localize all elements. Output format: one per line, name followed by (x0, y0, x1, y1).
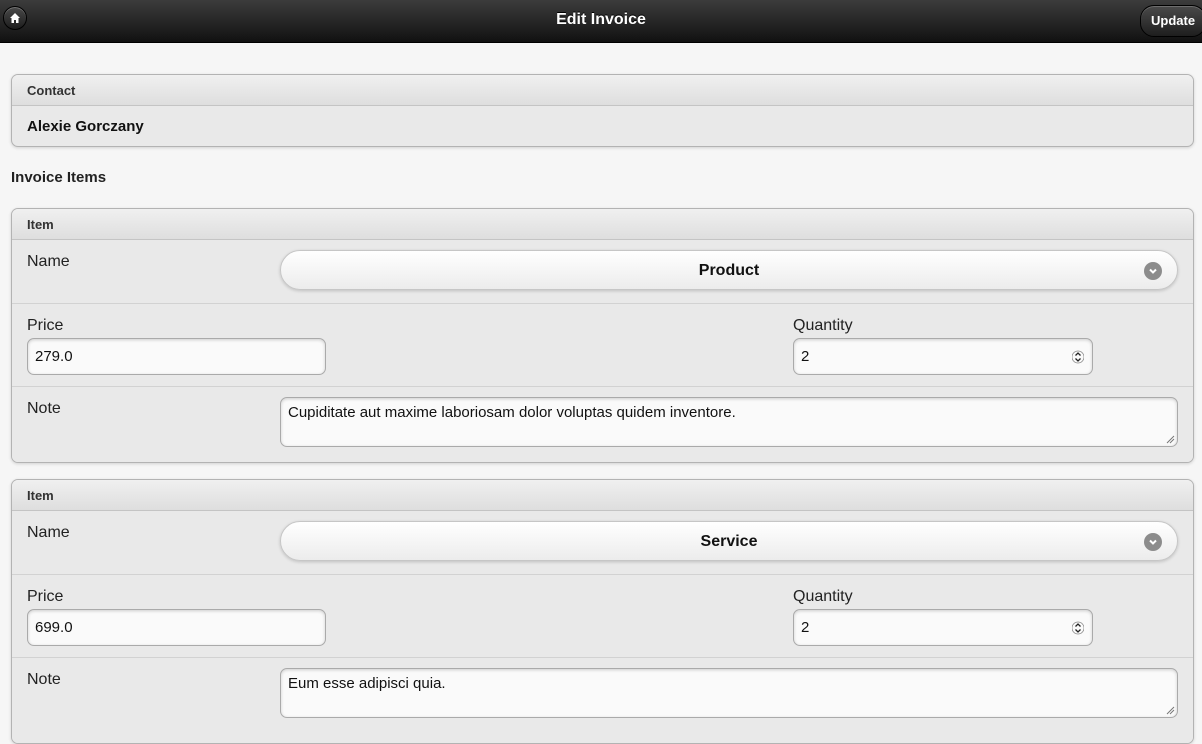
update-button[interactable]: Update (1140, 5, 1202, 37)
quantity-label: Quantity (793, 588, 853, 605)
stepper-arrows-icon[interactable] (1072, 620, 1084, 636)
name-select[interactable]: Service (280, 521, 1178, 561)
chevron-down-icon (1144, 533, 1162, 551)
price-quantity-row: Price 279.0 Quantity 2 (12, 303, 1193, 386)
name-select-value: Service (700, 533, 758, 550)
resize-grip-icon[interactable] (1166, 435, 1175, 444)
quantity-stepper[interactable]: 2 (793, 338, 1093, 375)
contact-card: Contact Alexie Gorczany (11, 74, 1194, 147)
note-label: Note (27, 400, 61, 417)
page-title: Edit Invoice (556, 11, 646, 28)
invoice-items-title: Invoice Items (11, 169, 107, 186)
price-input[interactable]: 699.0 (27, 609, 326, 646)
resize-grip-icon[interactable] (1166, 706, 1175, 715)
name-row: Name Product (12, 240, 1193, 303)
quantity-value: 2 (801, 619, 810, 636)
quantity-value: 2 (801, 348, 810, 365)
note-row: Note Eum esse adipisci quia. (12, 657, 1193, 743)
price-quantity-row: Price 699.0 Quantity 2 (12, 574, 1193, 657)
invoice-item-card: Item Name Service Price 699.0 Quantity 2… (11, 479, 1194, 744)
contact-name[interactable]: Alexie Gorczany (12, 106, 1193, 146)
quantity-stepper[interactable]: 2 (793, 609, 1093, 646)
name-row: Name Service (12, 511, 1193, 574)
note-row: Note Cupiditate aut maxime laboriosam do… (12, 386, 1193, 462)
item-heading: Item (12, 480, 1193, 511)
note-textarea[interactable]: Eum esse adipisci quia. (280, 668, 1178, 718)
note-textarea[interactable]: Cupiditate aut maxime laboriosam dolor v… (280, 397, 1178, 447)
name-label: Name (27, 524, 70, 541)
chevron-down-icon (1144, 262, 1162, 280)
contact-heading: Contact (12, 75, 1193, 106)
price-input[interactable]: 279.0 (27, 338, 326, 375)
item-heading: Item (12, 209, 1193, 240)
invoice-item-card: Item Name Product Price 279.0 Quantity 2… (11, 208, 1194, 463)
quantity-label: Quantity (793, 317, 853, 334)
note-text: Cupiditate aut maxime laboriosam dolor v… (288, 404, 736, 421)
price-label: Price (27, 588, 64, 605)
price-label: Price (27, 317, 64, 334)
note-label: Note (27, 671, 61, 688)
stepper-arrows-icon[interactable] (1072, 349, 1084, 365)
name-select[interactable]: Product (280, 250, 1178, 290)
name-label: Name (27, 253, 70, 270)
note-text: Eum esse adipisci quia. (288, 675, 446, 692)
name-select-value: Product (698, 262, 760, 279)
header-bar: Edit Invoice Update (0, 0, 1202, 43)
